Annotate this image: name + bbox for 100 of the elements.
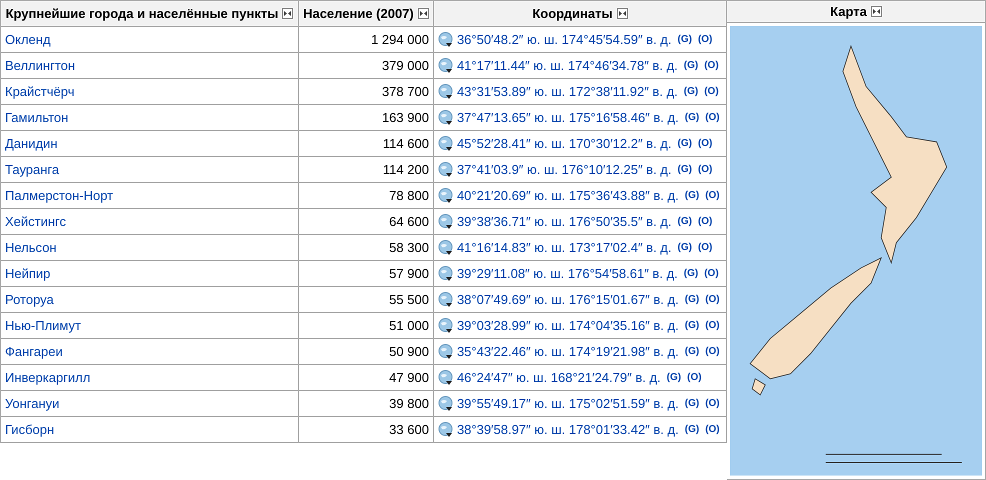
map-service-link[interactable]: (G) — [678, 34, 692, 45]
coordinates-link[interactable]: 40°21′20.69″ ю. ш. 175°36′43.88″ в. д. — [456, 188, 679, 203]
globe-icon[interactable] — [438, 396, 454, 412]
sort-icon[interactable] — [282, 8, 294, 19]
map-service-link[interactable]: (O) — [698, 216, 712, 227]
population-cell: 58 300 — [389, 240, 429, 255]
map-service-link[interactable]: (O) — [705, 424, 720, 435]
map-service-link[interactable]: (G) — [678, 138, 692, 149]
globe-icon[interactable] — [438, 162, 454, 178]
coordinates-link[interactable]: 39°38′36.71″ ю. ш. 176°50′35.5″ в. д. — [456, 214, 672, 229]
coordinates-link[interactable]: 41°16′14.83″ ю. ш. 173°17′02.4″ в. д. — [456, 240, 672, 255]
column-header: Население (2007) — [303, 6, 414, 21]
map-service-link[interactable]: (O) — [705, 112, 720, 123]
city-link[interactable]: Гисборн — [5, 422, 54, 437]
map-service-link[interactable]: (G) — [684, 60, 698, 71]
sort-icon[interactable] — [616, 8, 628, 19]
city-link[interactable]: Крайстчёрч — [5, 84, 74, 99]
globe-icon[interactable] — [438, 136, 454, 152]
map-service-link[interactable]: (G) — [684, 320, 700, 331]
population-cell: 33 600 — [389, 422, 429, 437]
map-service-link[interactable]: (G) — [678, 242, 692, 253]
globe-icon[interactable] — [438, 84, 454, 100]
map-service-link[interactable]: (O) — [698, 138, 712, 149]
population-cell: 378 700 — [382, 84, 429, 99]
sort-icon[interactable] — [418, 8, 429, 19]
globe-icon[interactable] — [438, 370, 454, 386]
coordinates-link[interactable]: 37°41′03.9″ ю. ш. 176°10′12.25″ в. д. — [456, 162, 672, 177]
map-service-link[interactable]: (O) — [705, 346, 720, 357]
map-service-link[interactable]: (O) — [698, 34, 712, 45]
map-service-link[interactable]: (G) — [684, 346, 700, 357]
map-service-link[interactable]: (O) — [705, 398, 720, 409]
globe-icon[interactable] — [438, 32, 454, 48]
globe-icon[interactable] — [438, 292, 454, 308]
map-service-link[interactable]: (G) — [684, 86, 698, 97]
coordinates-link[interactable]: 39°55′49.17″ ю. ш. 175°02′51.59″ в. д. — [456, 396, 679, 411]
coordinates-link[interactable]: 46°24′47″ ю. ш. 168°21′24.79″ в. д. — [456, 370, 661, 385]
map-service-link[interactable]: (G) — [666, 372, 682, 383]
population-cell: 379 000 — [382, 58, 429, 73]
column-header: Крупнейшие города и населённые пункты — [6, 6, 278, 21]
globe-icon[interactable] — [438, 58, 454, 74]
map-service-link[interactable]: (G) — [684, 190, 700, 201]
coordinates-link[interactable]: 45°52′28.41″ ю. ш. 170°30′12.2″ в. д. — [456, 136, 672, 151]
map-service-link[interactable]: (G) — [684, 268, 698, 279]
globe-icon[interactable] — [438, 422, 454, 438]
map-service-link[interactable]: (G) — [678, 216, 692, 227]
map-service-link[interactable]: (O) — [705, 320, 720, 331]
coordinates-link[interactable]: 39°03′28.99″ ю. ш. 174°04′35.16″ в. д. — [456, 318, 679, 333]
globe-icon[interactable] — [438, 110, 454, 126]
map-service-link[interactable]: (O) — [705, 190, 720, 201]
coordinates-link[interactable]: 36°50′48.2″ ю. ш. 174°45′54.59″ в. д. — [456, 32, 672, 47]
map-service-link[interactable]: (G) — [684, 398, 700, 409]
globe-icon[interactable] — [438, 344, 454, 360]
city-link[interactable]: Уонгануи — [5, 396, 60, 411]
population-cell: 114 200 — [382, 162, 429, 177]
population-cell: 78 800 — [389, 188, 429, 203]
map-service-link[interactable]: (O) — [687, 372, 702, 383]
city-link[interactable]: Веллингтон — [5, 58, 76, 73]
population-cell: 50 900 — [389, 344, 429, 359]
map-service-link[interactable]: (O) — [704, 268, 719, 279]
city-link[interactable]: Нейпир — [5, 266, 50, 281]
globe-icon[interactable] — [438, 266, 454, 282]
population-cell: 51 000 — [389, 318, 429, 333]
map-service-link[interactable]: (G) — [678, 164, 692, 175]
city-link[interactable]: Фангареи — [5, 344, 63, 359]
city-link[interactable]: Нельсон — [5, 240, 57, 255]
city-link[interactable]: Окленд — [5, 32, 51, 47]
globe-icon[interactable] — [438, 214, 454, 230]
map-service-link[interactable]: (O) — [705, 294, 720, 305]
map-service-link[interactable]: (G) — [684, 294, 700, 305]
coordinates-link[interactable]: 38°07′49.69″ ю. ш. 176°15′01.67″ в. д. — [456, 292, 679, 307]
population-cell: 1 294 000 — [371, 32, 429, 47]
coordinates-link[interactable]: 43°31′53.89″ ю. ш. 172°38′11.92″ в. д. — [456, 84, 678, 99]
map-service-link[interactable]: (O) — [698, 242, 712, 253]
globe-icon[interactable] — [438, 240, 454, 256]
globe-icon[interactable] — [438, 188, 454, 204]
coordinates-link[interactable]: 35°43′22.46″ ю. ш. 174°19′21.98″ в. д. — [456, 344, 679, 359]
city-link[interactable]: Хейстингс — [5, 214, 66, 229]
city-link[interactable]: Гамильтон — [5, 110, 68, 125]
map-service-link[interactable]: (O) — [698, 164, 712, 175]
population-cell: 39 800 — [389, 396, 429, 411]
population-cell: 114 600 — [382, 136, 429, 151]
map-service-link[interactable]: (G) — [684, 424, 700, 435]
sort-icon[interactable] — [870, 6, 882, 18]
globe-icon[interactable] — [438, 318, 454, 334]
city-link[interactable]: Нью-Плимут — [5, 318, 81, 333]
city-link[interactable]: Данидин — [5, 136, 58, 151]
column-header: Координаты — [532, 6, 613, 21]
city-link[interactable]: Тауранга — [5, 162, 60, 177]
map-service-link[interactable]: (O) — [704, 86, 719, 97]
coordinates-link[interactable]: 38°39′58.97″ ю. ш. 178°01′33.42″ в. д. — [456, 422, 679, 437]
city-link[interactable]: Роторуа — [5, 292, 54, 307]
coordinates-link[interactable]: 39°29′11.08″ ю. ш. 176°54′58.61″ в. д. — [456, 266, 678, 281]
population-cell: 64 600 — [389, 214, 429, 229]
coordinates-link[interactable]: 37°47′13.65″ ю. ш. 175°16′58.46″ в. д. — [456, 110, 679, 125]
coordinates-link[interactable]: 41°17′11.44″ ю. ш. 174°46′34.78″ в. д. — [456, 58, 678, 73]
map-service-link[interactable]: (O) — [704, 60, 719, 71]
column-header: Карта — [830, 4, 867, 20]
map-service-link[interactable]: (G) — [684, 112, 700, 123]
population-cell: 55 500 — [389, 292, 429, 307]
city-link[interactable]: Инверкаргилл — [5, 370, 90, 385]
